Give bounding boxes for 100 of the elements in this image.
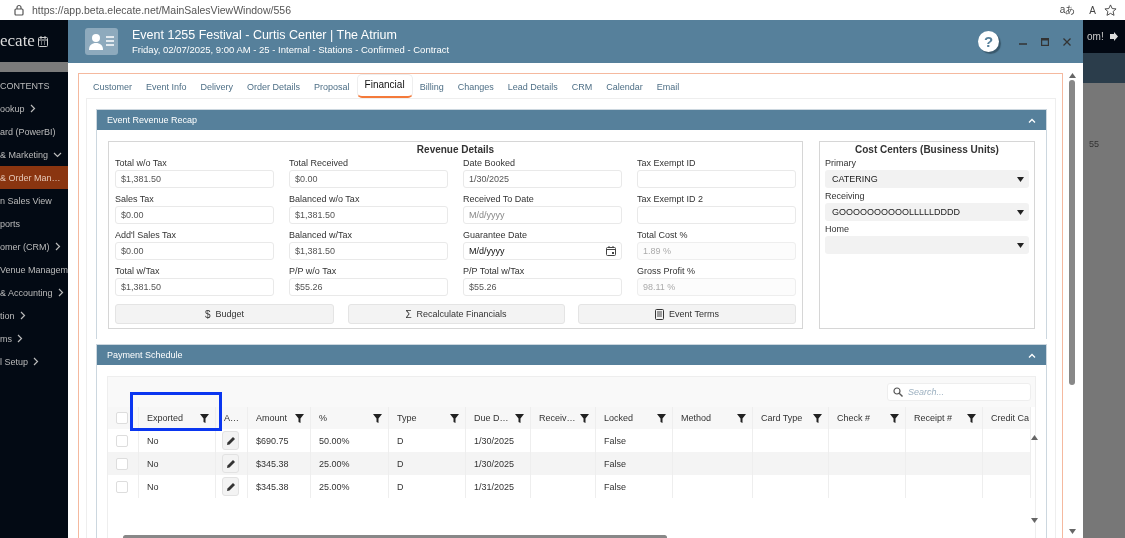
action-button[interactable]: $ Budget <box>115 304 334 324</box>
input-field[interactable]: 1/30/2025 <box>463 170 622 188</box>
table-cell: No <box>147 435 159 446</box>
edit-button[interactable] <box>222 477 239 496</box>
greeting-text: om! <box>1087 31 1104 42</box>
translate-icon[interactable]: aあ <box>1059 3 1076 17</box>
sidebar-item-label: n Sales View <box>0 195 52 206</box>
panel-title: Payment Schedule <box>107 350 183 360</box>
dropdown[interactable]: CATERING <box>825 170 1029 188</box>
tab[interactable]: Calendar <box>599 78 650 98</box>
caret-down-icon <box>1017 209 1024 215</box>
url-text[interactable]: https://app.beta.elecate.net/MainSalesViewWindow/556 <box>32 4 1046 16</box>
tab[interactable]: Event Info <box>139 78 194 98</box>
action-button[interactable]: Event Terms <box>578 304 796 324</box>
checkbox[interactable] <box>116 412 128 424</box>
dropdown[interactable]: GOOOOOOOOOOLLLLLDDDD <box>825 203 1029 221</box>
help-button[interactable]: ? <box>978 31 999 52</box>
star-icon[interactable] <box>1104 3 1117 17</box>
checkbox[interactable] <box>116 480 128 493</box>
column-header[interactable]: Locked <box>604 413 634 423</box>
column-header[interactable]: Amount <box>256 413 288 423</box>
field-label: Tax Exempt ID <box>637 157 697 170</box>
sidebar-item[interactable]: ookup <box>0 97 68 120</box>
input-field[interactable]: $1,381.50 <box>115 278 274 296</box>
action-button[interactable]: Σ Recalculate Financials <box>347 304 565 324</box>
calendar-icon[interactable] <box>606 246 616 256</box>
column-header[interactable]: A… <box>224 413 239 423</box>
input-field[interactable]: M/d/yyyy <box>463 206 622 224</box>
input-field[interactable]: M/d/yyyy <box>463 242 622 260</box>
sidebar-item[interactable]: ports <box>0 212 68 235</box>
filter-icon[interactable] <box>657 413 666 423</box>
checkbox[interactable] <box>116 457 128 470</box>
edit-button[interactable] <box>222 454 239 473</box>
checkbox[interactable] <box>116 434 128 447</box>
table-cell: D <box>397 481 404 492</box>
tab[interactable]: Changes <box>450 78 501 98</box>
tab[interactable]: Email <box>649 78 687 98</box>
tab[interactable]: Proposal <box>307 78 357 98</box>
input-field[interactable]: $0.00 <box>115 242 274 260</box>
edit-button[interactable] <box>222 431 239 450</box>
sidebar-item[interactable]: tion <box>0 304 68 327</box>
filter-icon[interactable] <box>450 413 459 423</box>
tab[interactable]: Billing <box>412 78 451 98</box>
input-field[interactable]: $1,381.50 <box>289 206 448 224</box>
filter-icon[interactable] <box>967 413 976 423</box>
filter-icon[interactable] <box>890 413 899 423</box>
column-header[interactable]: Card Type <box>761 413 803 423</box>
window-title: Event 1255 Festival - Curtis Center | The Atrium <box>132 28 398 42</box>
input-field[interactable]: $55.26 <box>463 278 622 296</box>
close-icon[interactable] <box>1063 37 1071 46</box>
column-header[interactable]: Type <box>397 413 417 423</box>
sidebar-item[interactable]: omer (CRM) <box>0 235 68 258</box>
tab[interactable]: Lead Details <box>500 78 565 98</box>
tab[interactable]: Delivery <box>193 78 241 98</box>
tab[interactable]: CRM <box>564 78 600 98</box>
column-header[interactable]: Check # <box>837 413 871 423</box>
sidebar-item-label: & Accounting <box>0 287 53 298</box>
filter-icon[interactable] <box>813 413 822 423</box>
logout-icon[interactable] <box>1109 32 1120 41</box>
sidebar-item[interactable]: ms <box>0 327 68 350</box>
panel-title: Event Revenue Recap <box>107 115 198 125</box>
read-aloud-icon[interactable]: A <box>1089 4 1096 16</box>
maximize-icon[interactable] <box>1041 37 1049 46</box>
filter-icon[interactable] <box>295 413 304 423</box>
sidebar-item[interactable]: & Order Man… <box>0 166 68 189</box>
input-field[interactable]: $55.26 <box>289 278 448 296</box>
tab[interactable]: Financial <box>356 74 413 98</box>
input-field[interactable]: $1,381.50 <box>115 170 274 188</box>
input-field[interactable]: $1,381.50 <box>289 242 448 260</box>
column-header[interactable]: Receiv… <box>539 413 576 423</box>
sidebar-item[interactable]: & Marketing <box>0 143 68 166</box>
filter-icon[interactable] <box>515 413 524 423</box>
sidebar-item[interactable]: & Accounting <box>0 281 68 304</box>
filter-icon[interactable] <box>737 413 746 423</box>
input-field[interactable]: $0.00 <box>115 206 274 224</box>
arrow-down-icon[interactable] <box>1068 529 1076 534</box>
column-header[interactable]: Due D… <box>474 413 509 423</box>
filter-icon[interactable] <box>580 413 589 423</box>
sidebar-item[interactable]: n Sales View <box>0 189 68 212</box>
filter-icon[interactable] <box>373 413 382 423</box>
column-header[interactable]: Credit Ca <box>991 413 1029 423</box>
column-header[interactable]: Method <box>681 413 712 423</box>
arrow-up-icon[interactable] <box>1031 435 1038 440</box>
column-header[interactable]: Receipt # <box>914 413 953 423</box>
column-header[interactable]: % <box>319 413 327 423</box>
input-field[interactable]: $0.00 <box>289 170 448 188</box>
filter-icon[interactable] <box>200 413 209 423</box>
sidebar-item[interactable]: l Setup <box>0 350 68 373</box>
tab[interactable]: Customer <box>86 78 139 98</box>
sidebar-item[interactable]: ard (PowerBI) <box>0 120 68 143</box>
collapse-icon[interactable] <box>1028 352 1036 358</box>
arrow-up-icon[interactable] <box>1068 73 1076 78</box>
sidebar-item-label: omer (CRM) <box>0 241 50 252</box>
table-cell: $690.75 <box>256 435 289 446</box>
sidebar-item[interactable]: Venue Managem <box>0 258 68 281</box>
tab[interactable]: Order Details <box>240 78 308 98</box>
column-header[interactable]: Exported <box>147 413 184 423</box>
table-cell: 1/30/2025 <box>474 458 515 469</box>
collapse-icon[interactable] <box>1028 117 1036 123</box>
arrow-down-icon[interactable] <box>1031 518 1038 523</box>
